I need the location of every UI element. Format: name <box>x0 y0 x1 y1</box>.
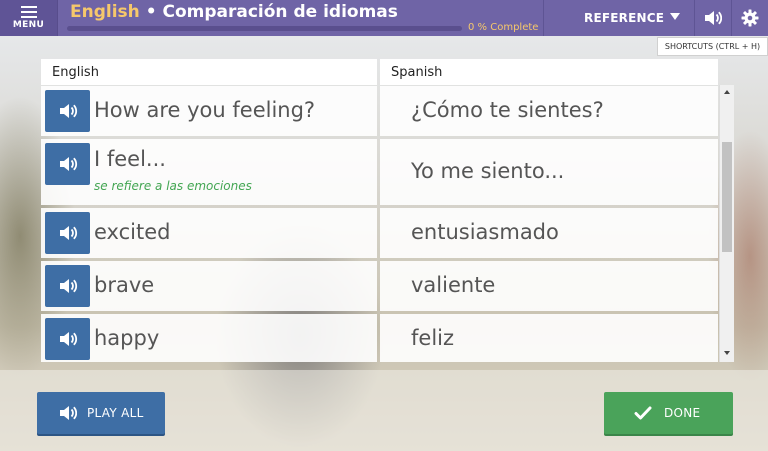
column-header-english: English <box>41 59 377 85</box>
play-audio-button[interactable] <box>45 90 90 132</box>
caret-down-icon <box>670 13 680 20</box>
checkmark-icon <box>634 406 652 420</box>
spanish-phrase: entusiasmado <box>411 220 559 244</box>
play-all-button[interactable]: PLAY ALL <box>37 392 165 434</box>
speaker-icon <box>59 332 77 346</box>
title-text: Comparación de idiomas <box>162 2 398 22</box>
title-language: English <box>70 2 140 22</box>
menu-label: MENU <box>12 20 45 30</box>
done-label: DONE <box>664 406 701 420</box>
english-cell: How are you feeling? <box>41 86 377 136</box>
speaker-icon <box>59 104 77 118</box>
gear-icon <box>741 9 759 27</box>
spanish-phrase: feliz <box>411 326 455 350</box>
play-audio-button[interactable] <box>45 265 90 307</box>
speaker-icon <box>60 406 77 420</box>
audio-button[interactable] <box>694 0 731 36</box>
spanish-cell: valiente <box>380 261 718 311</box>
table-row: I feel... se refiere a las emociones Yo … <box>41 139 718 205</box>
english-phrase: I feel... <box>94 147 166 171</box>
spanish-phrase: ¿Cómo te sientes? <box>411 98 604 122</box>
title-separator: • <box>145 2 157 22</box>
english-cell: excited <box>41 208 377 258</box>
play-all-label: PLAY ALL <box>87 406 144 420</box>
shortcuts-tooltip: SHORTCUTS (CTRL + H) <box>657 37 768 56</box>
speaker-icon <box>705 11 722 25</box>
menu-button[interactable]: MENU <box>0 0 58 36</box>
reference-dropdown[interactable]: REFERENCE <box>543 0 693 36</box>
done-button[interactable]: DONE <box>604 392 733 434</box>
english-phrase: excited <box>94 220 171 244</box>
progress-label: 0 % Complete <box>468 22 539 33</box>
english-phrase: brave <box>94 273 155 297</box>
speaker-icon <box>59 279 77 293</box>
scroll-up-icon[interactable] <box>724 90 730 94</box>
hamburger-icon <box>20 6 37 18</box>
comparison-table: English Spanish How are you feeling? ¿Có… <box>41 59 734 362</box>
spanish-phrase: valiente <box>411 273 496 297</box>
english-cell: I feel... se refiere a las emociones <box>41 139 377 205</box>
english-phrase: How are you feeling? <box>94 98 316 122</box>
reference-label: REFERENCE <box>584 11 665 25</box>
spanish-cell: ¿Cómo te sientes? <box>380 86 718 136</box>
table-row: brave valiente <box>41 261 718 311</box>
play-audio-button[interactable] <box>45 318 90 360</box>
speaker-icon <box>59 226 77 240</box>
page-title: English • Comparación de idiomas <box>70 2 398 22</box>
progress-bar <box>67 26 462 31</box>
play-audio-button[interactable] <box>45 143 90 185</box>
table-scrollbar[interactable] <box>719 85 734 362</box>
spanish-cell: Yo me siento... <box>380 139 718 205</box>
english-cell: happy <box>41 314 377 362</box>
column-header-spanish: Spanish <box>380 59 718 85</box>
spanish-cell: entusiasmado <box>380 208 718 258</box>
english-cell: brave <box>41 261 377 311</box>
scroll-down-icon[interactable] <box>724 351 730 355</box>
play-audio-button[interactable] <box>45 212 90 254</box>
spanish-phrase: Yo me siento... <box>411 159 565 183</box>
table-rows: How are you feeling? ¿Cómo te sientes? I… <box>41 86 718 362</box>
top-bar: MENU English • Comparación de idiomas 0 … <box>0 0 768 36</box>
title-area: English • Comparación de idiomas 0 % Com… <box>67 0 540 36</box>
table-row: excited entusiasmado <box>41 208 718 258</box>
english-phrase: happy <box>94 326 160 350</box>
table-row: How are you feeling? ¿Cómo te sientes? <box>41 86 718 136</box>
table-row: happy feliz <box>41 314 718 362</box>
scroll-thumb[interactable] <box>722 142 732 252</box>
spanish-cell: feliz <box>380 314 718 362</box>
usage-note: se refiere a las emociones <box>94 179 252 193</box>
speaker-icon <box>59 157 77 171</box>
settings-button[interactable] <box>731 0 768 36</box>
